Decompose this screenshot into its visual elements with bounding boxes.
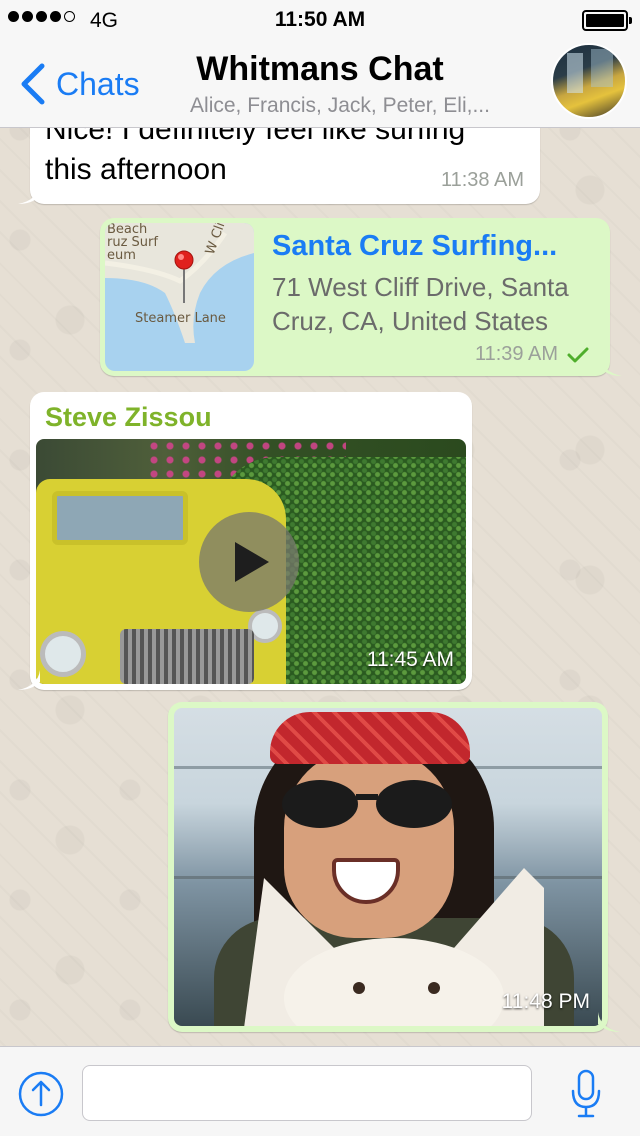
map-pin-icon [174,250,194,303]
location-address: 71 West Cliff Drive, Santa Cruz, CA, Uni… [272,270,602,338]
status-clock: 11:50 AM [274,8,366,31]
location-title[interactable]: Santa Cruz Surfing... [272,230,557,263]
play-icon [235,542,269,582]
message-bubble-video[interactable]: Steve Zissou 11:45 AM [18,392,472,690]
message-list[interactable]: Nice! I definitely feel like surfing thi… [0,128,640,1046]
chat-title[interactable]: Whitmans Chat [150,50,490,89]
upload-arrow-icon[interactable] [18,1071,64,1117]
message-timestamp: 11:45 AM [366,648,454,671]
message-timestamp: 11:38 AM [440,169,524,191]
bubble-tail [600,356,622,376]
address-line: Cruz, CA, United States [272,306,548,336]
photo-scene-bandana [270,712,470,764]
map-label: Steamer Lane [135,311,226,326]
navigation-bar: Chats Whitmans Chat Alice, Francis, Jack… [0,40,640,128]
back-button[interactable]: Chats [14,60,140,108]
message-text-line: this afternoon [45,153,227,186]
message-text-line: Nice! I definitely feel like surfing [45,128,466,146]
battery-icon [582,10,632,31]
photo-thumbnail[interactable]: 11:48 PM [174,708,602,1026]
chevron-left-icon [21,63,45,105]
back-button-label: Chats [56,65,140,102]
message-bubble-photo[interactable]: 11:48 PM [168,702,620,1032]
sender-name[interactable]: Steve Zissou [45,402,212,433]
microphone-icon[interactable] [570,1069,602,1119]
message-input-bar [0,1046,640,1136]
message-bubble-location[interactable]: Beach ruz Surf eum W Cli Steamer Lane Sa… [100,218,622,376]
bubble-tail [18,670,40,690]
group-avatar[interactable] [551,43,627,119]
bubble-tail [18,184,40,204]
photo-scene-sunglasses [282,780,452,828]
status-bar: 4G 11:50 AM [0,0,640,40]
message-text: Nice! I definitely feel like surfing thi… [45,128,465,190]
chat-participants[interactable]: Alice, Francis, Jack, Peter, Eli,... [160,94,520,118]
message-timestamp: 11:39 AM [474,343,558,365]
play-button[interactable] [199,512,299,612]
video-thumbnail[interactable]: 11:45 AM [36,439,466,684]
map-label: eum [107,248,136,263]
checkmark-icon [567,347,589,363]
message-bubble-incoming[interactable]: Nice! I definitely feel like surfing thi… [18,128,540,204]
location-map-thumbnail[interactable]: Beach ruz Surf eum W Cli Steamer Lane [105,223,254,371]
message-timestamp: 11:48 PM [501,990,590,1013]
photo-scene-dog [244,868,544,1026]
bubble-tail [598,1012,620,1032]
address-line: 71 West Cliff Drive, Santa [272,272,569,302]
message-input[interactable] [82,1065,532,1121]
